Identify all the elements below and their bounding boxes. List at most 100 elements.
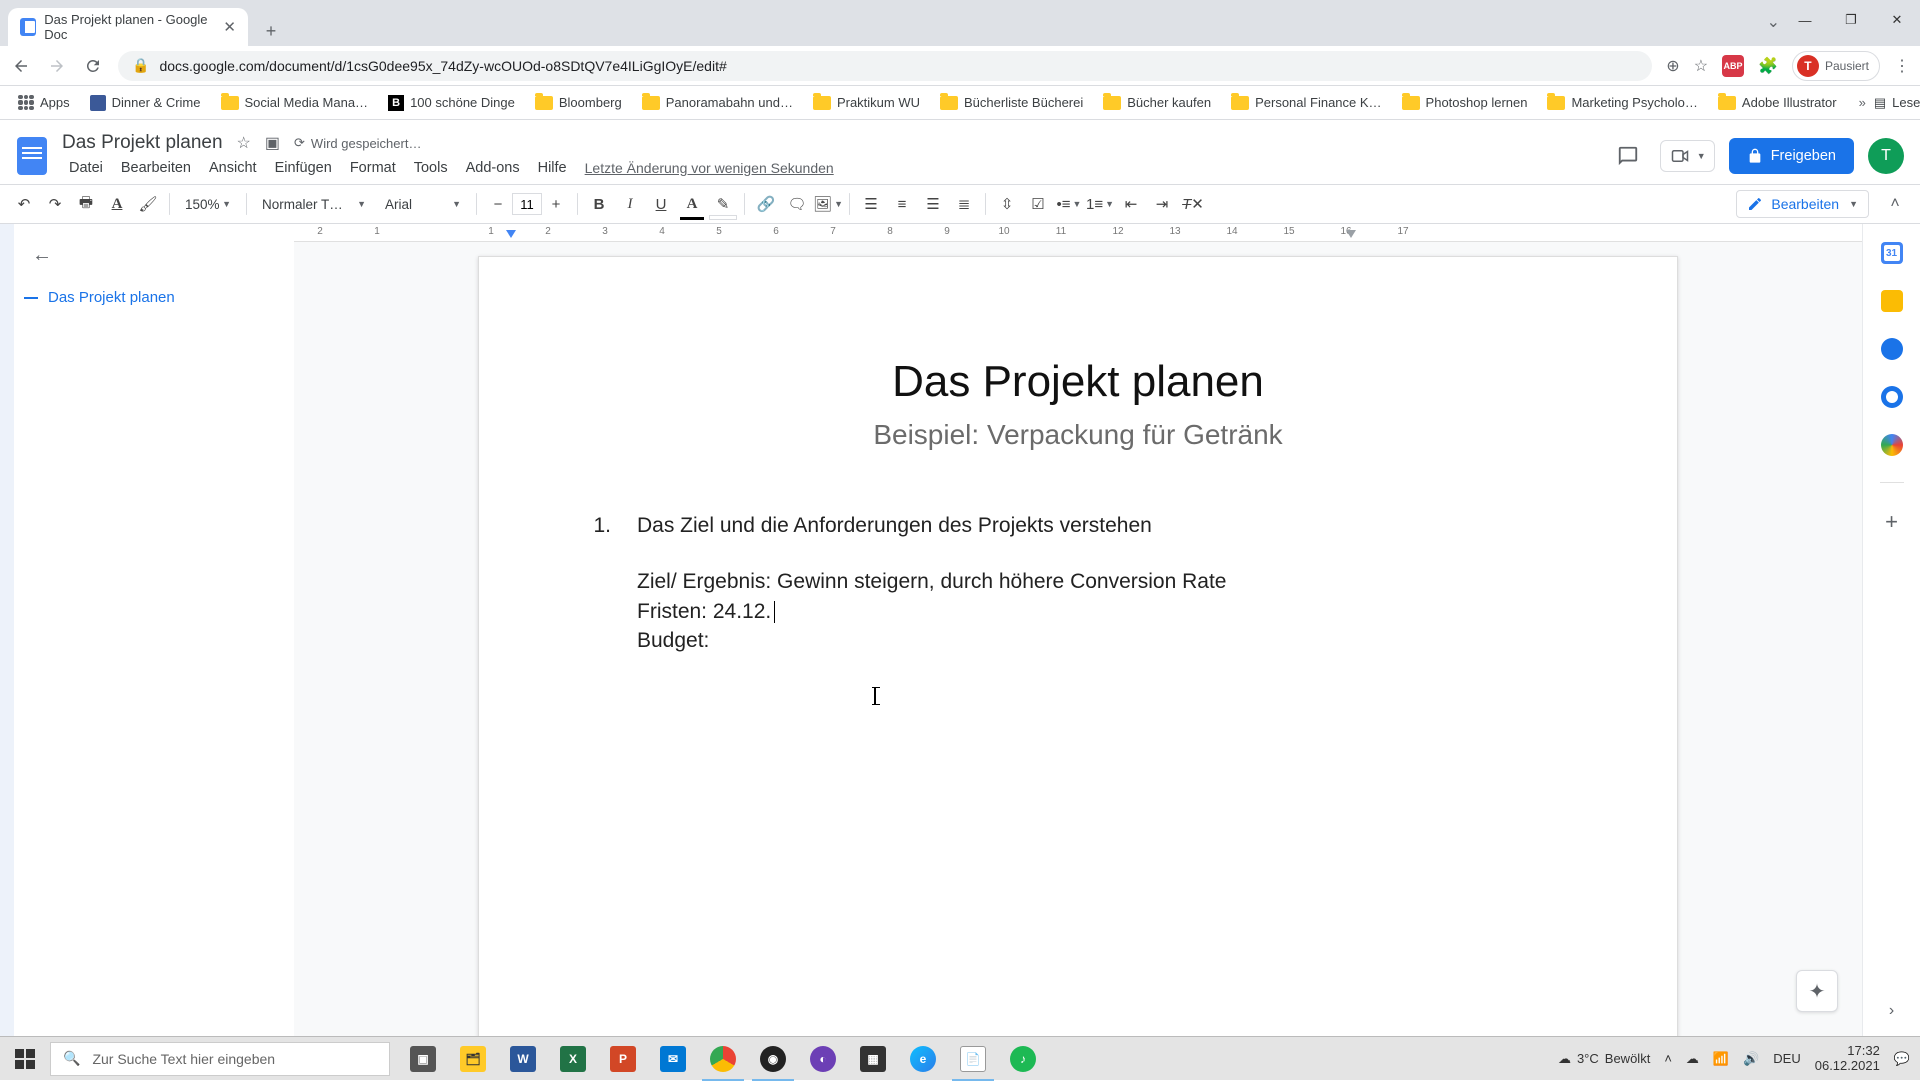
chrome-menu-icon[interactable]: ⋮	[1894, 56, 1910, 76]
checklist-button[interactable]: ☑	[1024, 190, 1052, 218]
powerpoint-icon[interactable]: P	[598, 1037, 648, 1081]
maps-app-icon[interactable]	[1881, 434, 1903, 456]
weather-widget[interactable]: ☁ 3°C Bewölkt	[1558, 1051, 1650, 1067]
onedrive-icon[interactable]: ☁	[1686, 1051, 1699, 1067]
bookmark-item[interactable]: Dinner & Crime	[84, 91, 207, 115]
indent-increase-button[interactable]: ⇥	[1148, 190, 1176, 218]
align-justify-button[interactable]: ≣	[950, 190, 978, 218]
menu-bearbeiten[interactable]: Bearbeiten	[114, 156, 198, 180]
outline-item[interactable]: Das Projekt planen	[24, 289, 278, 306]
keep-app-icon[interactable]	[1881, 290, 1903, 312]
menu-format[interactable]: Format	[343, 156, 403, 180]
tab-overflow-icon[interactable]: ⌄	[1767, 12, 1780, 32]
spellcheck-button[interactable]: A	[103, 190, 131, 218]
document-title[interactable]: Das Projekt planen	[62, 132, 223, 154]
zoom-select[interactable]: 150%▼	[177, 190, 239, 218]
menu-datei[interactable]: Datei	[62, 156, 110, 180]
start-button[interactable]	[0, 1037, 50, 1081]
share-button[interactable]: Freigeben	[1729, 138, 1854, 174]
reading-list-button[interactable]: ▤ Leseliste	[1874, 95, 1920, 111]
docs-logo[interactable]	[12, 136, 52, 176]
volume-icon[interactable]: 🔊	[1743, 1051, 1759, 1067]
app-icon[interactable]: ◐	[798, 1037, 848, 1081]
underline-button[interactable]: U	[647, 190, 675, 218]
taskbar-search[interactable]: 🔍 Zur Suche Text hier eingeben	[50, 1042, 390, 1076]
close-tab-icon[interactable]: ✕	[223, 18, 236, 36]
align-right-button[interactable]: ☰	[919, 190, 947, 218]
browser-tab[interactable]: Das Projekt planen - Google Doc ✕	[8, 8, 248, 46]
insert-comment-button[interactable]: 🗨	[783, 190, 811, 218]
clear-formatting-button[interactable]: T✕	[1179, 190, 1207, 218]
edge-icon[interactable]: e	[898, 1037, 948, 1081]
align-left-button[interactable]: ☰	[857, 190, 885, 218]
highlight-color-button[interactable]: ✎	[709, 190, 737, 218]
move-icon[interactable]: ▣	[265, 133, 280, 153]
insert-link-button[interactable]: 🔗	[752, 190, 780, 218]
chrome-icon[interactable]	[698, 1037, 748, 1081]
insert-image-button[interactable]: 🖼▼	[814, 190, 842, 218]
bookmark-star-icon[interactable]: ☆	[1694, 56, 1708, 76]
language-indicator[interactable]: DEU	[1773, 1051, 1800, 1066]
menu-addons[interactable]: Add-ons	[459, 156, 527, 180]
task-view-icon[interactable]: ▣	[398, 1037, 448, 1081]
menu-tools[interactable]: Tools	[407, 156, 455, 180]
align-center-button[interactable]: ≡	[888, 190, 916, 218]
menu-ansicht[interactable]: Ansicht	[202, 156, 264, 180]
contacts-app-icon[interactable]	[1881, 386, 1903, 408]
horizontal-ruler[interactable]: 2 1 1 2 3 4 5 6 7 8 9 10 11 12 13 14 15 …	[294, 224, 1862, 242]
bookmarks-overflow-icon[interactable]: »	[1859, 95, 1866, 110]
word-icon[interactable]: W	[498, 1037, 548, 1081]
collapse-toolbar-button[interactable]: ˄	[1880, 189, 1910, 219]
omnibox[interactable]: 🔒 docs.google.com/document/d/1csG0dee95x…	[118, 51, 1652, 81]
numbered-list-button[interactable]: 1≡▼	[1086, 190, 1114, 218]
obs-icon[interactable]: ◉	[748, 1037, 798, 1081]
file-explorer-icon[interactable]: 🗂	[448, 1037, 498, 1081]
nav-forward-button[interactable]	[46, 55, 68, 77]
line-spacing-button[interactable]: ⇳	[993, 190, 1021, 218]
menu-einfuegen[interactable]: Einfügen	[268, 156, 339, 180]
paragraph-line[interactable]: Fristen: 24.12.	[589, 597, 1567, 626]
doc-subtitle[interactable]: Beispiel: Verpackung für Getränk	[589, 419, 1567, 451]
bookmark-item[interactable]: Marketing Psycholo…	[1541, 91, 1703, 114]
font-size-stepper[interactable]: − 11 +	[484, 190, 570, 218]
comment-history-icon[interactable]	[1610, 138, 1646, 174]
add-addon-button[interactable]: +	[1885, 509, 1898, 535]
star-icon[interactable]: ☆	[237, 133, 251, 153]
bookmark-item[interactable]: Adobe Illustrator	[1712, 91, 1843, 114]
notifications-icon[interactable]: 💬	[1894, 1051, 1910, 1067]
profile-pill[interactable]: T Pausiert	[1792, 51, 1880, 81]
bookmark-item[interactable]: Photoshop lernen	[1396, 91, 1534, 114]
text-color-button[interactable]: A	[678, 190, 706, 218]
notepad-icon[interactable]: 📄	[948, 1037, 998, 1081]
mail-icon[interactable]: ✉	[648, 1037, 698, 1081]
print-button[interactable]: 🖶	[72, 190, 100, 218]
document-page[interactable]: Das Projekt planen Beispiel: Verpackung …	[478, 256, 1678, 1036]
adblock-extension-icon[interactable]: ABP	[1722, 55, 1744, 77]
font-family-select[interactable]: Arial▼	[377, 190, 469, 218]
new-tab-button[interactable]: +	[256, 16, 286, 46]
bookmark-item[interactable]: Social Media Mana…	[215, 91, 375, 114]
nav-reload-button[interactable]	[82, 55, 104, 77]
indent-decrease-button[interactable]: ⇤	[1117, 190, 1145, 218]
italic-button[interactable]: I	[616, 190, 644, 218]
editing-mode-select[interactable]: Bearbeiten ▼	[1736, 190, 1869, 218]
bookmark-item[interactable]: Bücherliste Bücherei	[934, 91, 1089, 114]
bookmark-item[interactable]: Panoramabahn und…	[636, 91, 799, 114]
present-meet-button[interactable]: ▼	[1660, 140, 1715, 172]
bookmark-item[interactable]: Praktikum WU	[807, 91, 926, 114]
bookmark-item[interactable]: Personal Finance K…	[1225, 91, 1387, 114]
calendar-app-icon[interactable]	[1881, 242, 1903, 264]
paragraph-line[interactable]: Budget:	[589, 626, 1567, 655]
tray-expand-icon[interactable]: ˄	[1664, 1051, 1672, 1066]
font-size-value[interactable]: 11	[512, 193, 542, 215]
window-minimize-button[interactable]: —	[1782, 0, 1828, 40]
app-icon[interactable]: ▦	[848, 1037, 898, 1081]
wifi-icon[interactable]: 📶	[1713, 1051, 1729, 1067]
bookmark-item[interactable]: Bloomberg	[529, 91, 628, 114]
paragraph-line[interactable]: Ziel/ Ergebnis: Gewinn steigern, durch h…	[589, 567, 1567, 596]
doc-heading[interactable]: Das Projekt planen	[589, 357, 1567, 407]
explore-button[interactable]: ✦	[1796, 970, 1838, 1012]
indent-marker[interactable]	[506, 230, 516, 238]
hide-side-panel-button[interactable]: ›	[1889, 1002, 1894, 1020]
font-size-increase-button[interactable]: +	[542, 190, 570, 218]
